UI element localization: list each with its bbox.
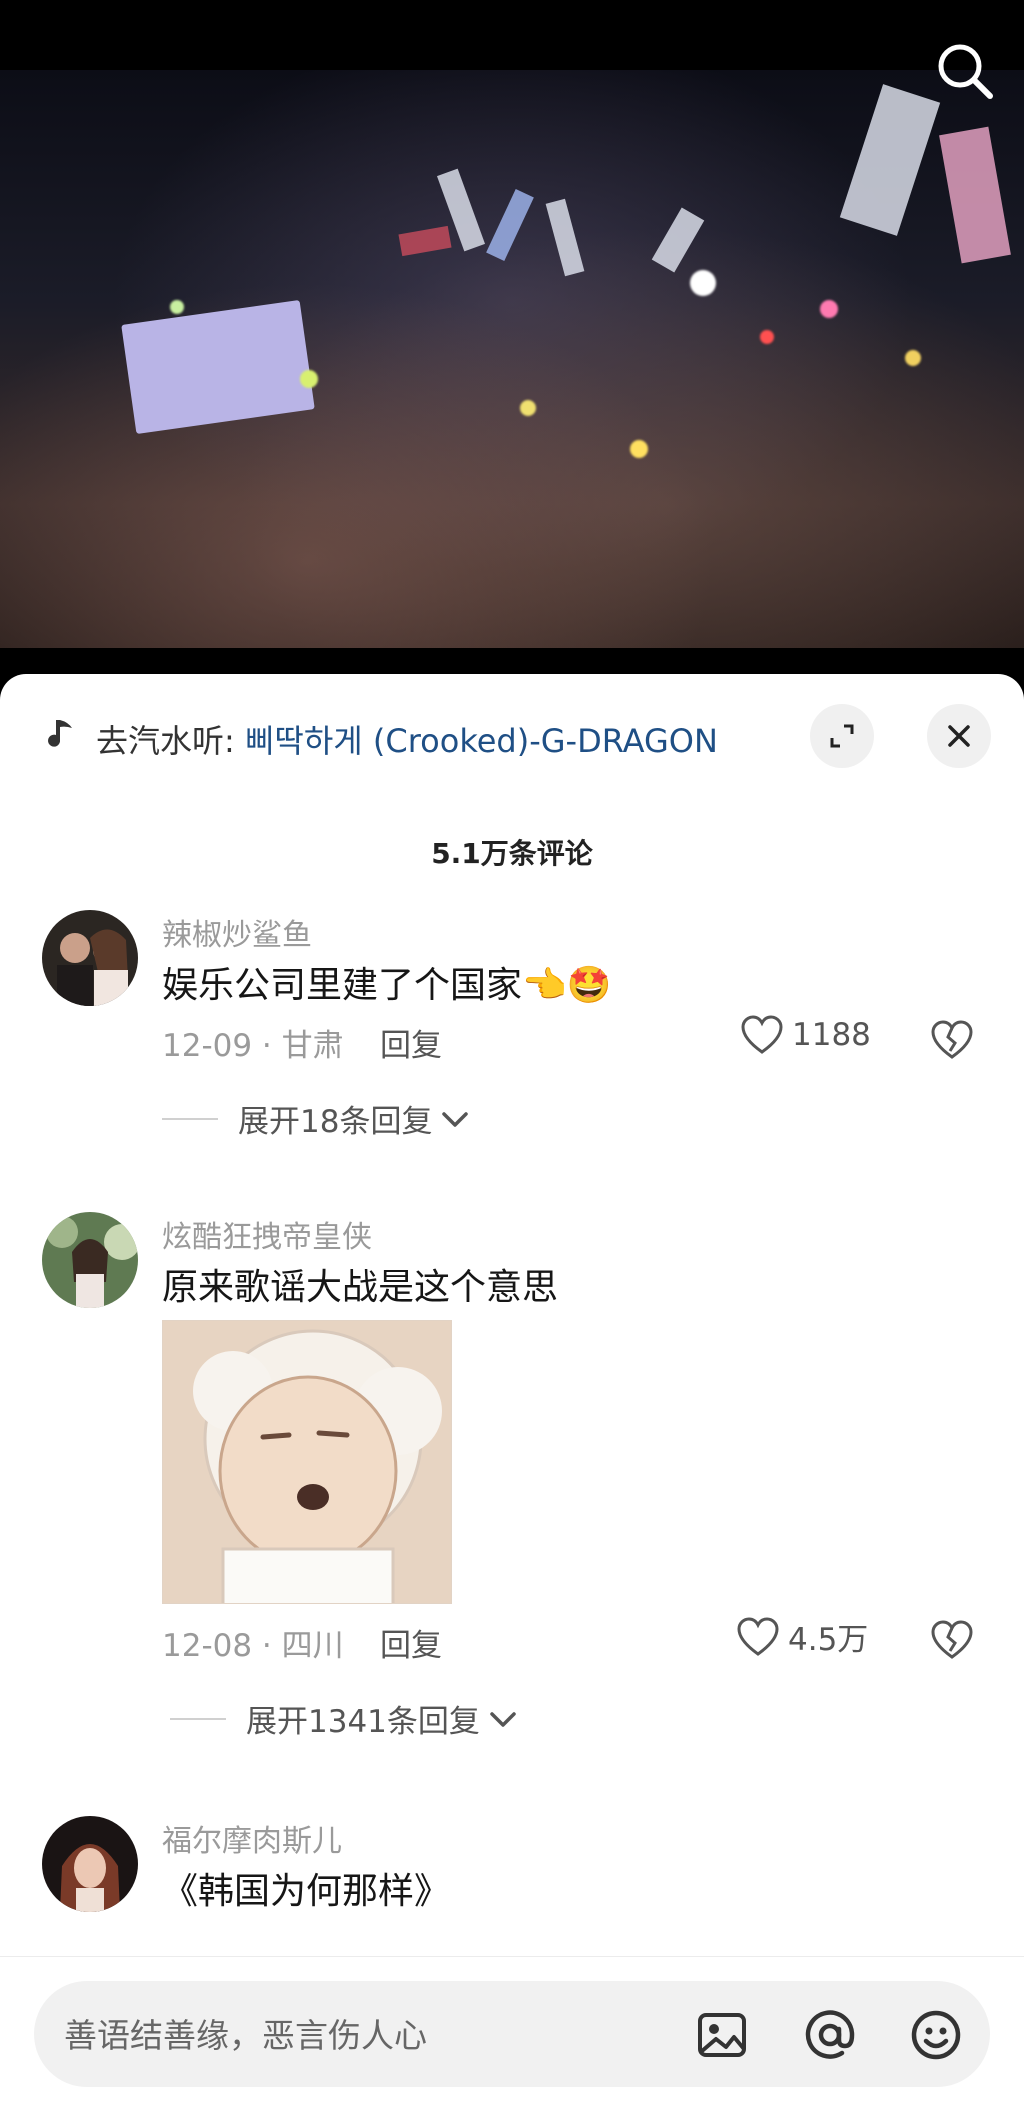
decor-flag	[486, 189, 534, 261]
comment-username[interactable]: 福尔摩肉斯儿	[162, 1816, 342, 1860]
decor-light	[760, 330, 774, 344]
expand-replies[interactable]: 展开1341条回复	[170, 1696, 520, 1741]
music-prefix: 去汽水听:	[96, 722, 245, 760]
heart-icon	[737, 1616, 779, 1656]
comment-date-location: 12-09 · 甘肃	[162, 1028, 344, 1064]
decor-flag	[939, 126, 1011, 264]
like-button[interactable]: 4.5万	[736, 1614, 868, 1659]
decor-flag	[839, 84, 941, 236]
dislike-heart-icon[interactable]	[930, 1618, 974, 1662]
search-icon[interactable]	[930, 36, 1000, 106]
comment-username[interactable]: 炫酷狂拽帝皇侠	[162, 1212, 372, 1256]
comment-item: 辣椒炒鲨鱼 娱乐公司里建了个国家👈🤩 12-09 · 甘肃 回复 1188 展开…	[0, 910, 1024, 1180]
image-icon[interactable]	[694, 2007, 750, 2063]
expand-replies[interactable]: 展开18条回复	[162, 1096, 472, 1141]
decor-light	[820, 300, 838, 318]
music-bar[interactable]: 去汽水听: 삐딱하게 (Crooked)-G-DRAGON	[0, 674, 1024, 794]
divider-line	[162, 1117, 218, 1120]
expand-screen-icon	[830, 724, 854, 748]
avatar[interactable]	[42, 1816, 138, 1912]
comment-item: 炫酷狂拽帝皇侠 原来歌谣大战是这个意思 12-08 · 四川 回复 4.5万 展…	[0, 1212, 1024, 1812]
reply-button[interactable]: 回复	[380, 1020, 442, 1065]
close-button[interactable]	[927, 704, 991, 768]
expand-replies-label: 展开18条回复	[238, 1104, 433, 1140]
comment-text: 娱乐公司里建了个国家👈🤩	[162, 956, 612, 1008]
expand-screen-button[interactable]	[810, 704, 874, 768]
comment-sticker-image[interactable]	[162, 1320, 452, 1604]
decor-flag	[545, 198, 585, 277]
comment-date-location: 12-08 · 四川	[162, 1628, 344, 1664]
comment-sheet: 去汽水听: 삐딱하게 (Crooked)-G-DRAGON 5.1万条评论 辣椒…	[0, 674, 1024, 2108]
avatar[interactable]	[42, 1212, 138, 1308]
reply-button[interactable]: 回复	[380, 1620, 442, 1665]
comment-username[interactable]: 辣椒炒鲨鱼	[162, 910, 312, 954]
chevron-down-icon	[490, 1711, 516, 1727]
comment-text: 原来歌谣大战是这个意思	[162, 1267, 559, 1308]
comment-input-bar	[0, 1956, 1024, 2108]
comment-count: 5.1万条评论	[431, 837, 593, 870]
decor-light	[690, 270, 716, 296]
chevron-down-icon	[442, 1111, 469, 1127]
comment-text-body: 娱乐公司里建了个国家	[162, 965, 523, 1006]
music-note-icon	[48, 720, 72, 747]
video-player[interactable]	[0, 70, 1024, 648]
comment-item: 福尔摩肉斯儿 《韩国为何那样》	[0, 1816, 1024, 1976]
like-count: 4.5万	[788, 1622, 869, 1658]
song-title[interactable]: 삐딱하게 (Crooked)-G-DRAGON	[245, 722, 718, 760]
emoji-pointing: 👈	[522, 965, 567, 1006]
music-link[interactable]: 去汽水听: 삐딱하게 (Crooked)-G-DRAGON	[96, 716, 718, 762]
like-count: 1188	[792, 1017, 871, 1053]
emoji-star-eyes: 🤩	[566, 965, 612, 1006]
decor-light	[300, 370, 318, 388]
avatar[interactable]	[42, 910, 138, 1006]
close-icon	[948, 725, 970, 747]
decor-flag	[651, 207, 705, 273]
at-icon[interactable]	[802, 2007, 858, 2063]
comment-text: 《韩国为何那样》	[162, 1871, 451, 1912]
comment-input[interactable]	[64, 2009, 664, 2061]
comment-input-pill[interactable]	[34, 1981, 990, 2087]
emoji-icon[interactable]	[908, 2007, 964, 2063]
expand-replies-label: 展开1341条回复	[246, 1704, 480, 1740]
decor-light	[630, 440, 648, 458]
divider-line	[170, 1717, 226, 1720]
like-button[interactable]: 1188	[740, 1014, 871, 1056]
protest-sign	[121, 300, 315, 434]
decor-flag	[398, 225, 452, 257]
dislike-heart-icon[interactable]	[930, 1018, 974, 1062]
decor-light	[170, 300, 184, 314]
heart-icon	[741, 1015, 783, 1054]
decor-light	[520, 400, 536, 416]
decor-light	[905, 350, 921, 366]
